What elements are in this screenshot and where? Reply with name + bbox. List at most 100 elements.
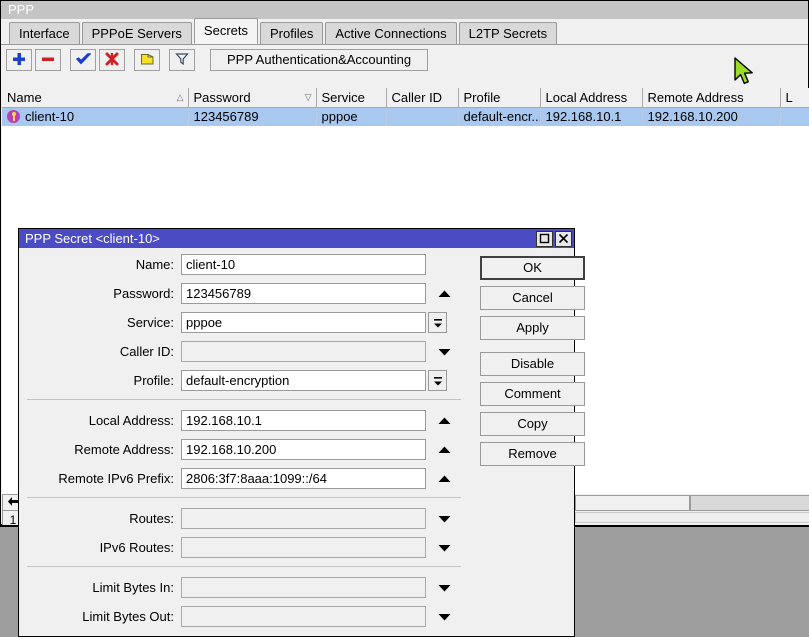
column-header-label: Profile [464, 90, 501, 105]
cell-remote-address: 192.168.10.200 [642, 107, 780, 126]
funnel-icon [175, 52, 189, 69]
label-name: Name: [19, 257, 181, 272]
input-limit-bytes-in [181, 577, 426, 598]
cell-text: client-10 [25, 109, 74, 124]
label-service: Service: [19, 315, 181, 330]
chevron-up-icon[interactable] [432, 439, 456, 460]
column-header-label: Local Address [546, 90, 628, 105]
tab-profiles[interactable]: Profiles [260, 22, 323, 44]
tab-active-connections[interactable]: Active Connections [325, 22, 456, 44]
dialog-form: Name:client-10Password:123456789Service:… [19, 254, 469, 635]
cell-caller-id [386, 107, 458, 126]
input-local-address[interactable]: 192.168.10.1 [181, 410, 426, 431]
dialog-title: PPP Secret <client-10> [25, 229, 536, 248]
chevron-down-icon[interactable] [432, 537, 456, 558]
label-remote-ipv6-prefix: Remote IPv6 Prefix: [19, 471, 181, 486]
form-row-profile: Profile:default-encryption [19, 370, 469, 391]
chevron-down-icon[interactable] [432, 508, 456, 529]
remove-button[interactable] [35, 49, 61, 71]
cross-icon [105, 52, 119, 69]
label-password: Password: [19, 286, 181, 301]
cell-name: client-10 [2, 107, 188, 126]
maximize-icon [539, 233, 550, 244]
secrets-table: Name△Password▽ Service Caller ID Profile Loc… [2, 88, 809, 126]
chevron-down-icon[interactable] [432, 606, 456, 627]
form-row-service: Service:pppoe [19, 312, 469, 333]
disable-button[interactable] [99, 49, 125, 71]
status-panel-left [575, 495, 690, 511]
chevron-down-icon[interactable] [432, 341, 456, 362]
label-ipv6-routes: IPv6 Routes: [19, 540, 181, 555]
horizontal-scrollbar[interactable] [575, 512, 809, 523]
filter-button[interactable] [169, 49, 195, 71]
ok-button[interactable]: OK [480, 256, 585, 280]
column-header-remote-address[interactable]: Remote Address [642, 88, 780, 107]
cell-profile: default-encr... [458, 107, 540, 126]
ppp-secret-dialog: PPP Secret <client-10> Name:client-10Pas… [18, 228, 575, 637]
cell-password: 123456789 [188, 107, 316, 126]
chevron-up-icon[interactable] [432, 410, 456, 431]
label-profile: Profile: [19, 373, 181, 388]
chevron-up-icon[interactable] [432, 468, 456, 489]
column-header-service[interactable]: Service [316, 88, 386, 107]
remove-button[interactable]: Remove [480, 442, 585, 466]
chevron-up-icon[interactable] [432, 283, 456, 304]
toolbar: PPP Authentication&Accounting [1, 45, 808, 75]
add-button[interactable] [6, 49, 32, 71]
tab-pppoe-servers[interactable]: PPPoE Servers [82, 22, 192, 44]
column-header-caller-id[interactable]: Caller ID [386, 88, 458, 107]
label-routes: Routes: [19, 511, 181, 526]
form-row-limit-bytes-in: Limit Bytes In: [19, 577, 469, 598]
input-remote-address[interactable]: 192.168.10.200 [181, 439, 426, 460]
column-header-l[interactable]: L [780, 88, 809, 107]
chevron-down-icon[interactable] [432, 577, 456, 598]
dropdown-button[interactable] [428, 312, 447, 333]
column-header-label: Service [322, 90, 365, 105]
tab-secrets[interactable]: Secrets [194, 18, 258, 44]
check-icon [76, 52, 91, 69]
input-remote-ipv6-prefix[interactable]: 2806:3f7:8aaa:1099::/64 [181, 468, 426, 489]
input-service[interactable]: pppoe [181, 312, 426, 333]
column-header-label: Password [194, 90, 251, 105]
disable-button[interactable]: Disable [480, 352, 585, 376]
tab-strip: InterfacePPPoE ServersSecretsProfilesAct… [1, 19, 808, 45]
dialog-titlebar[interactable]: PPP Secret <client-10> [19, 229, 574, 248]
label-local-address: Local Address: [19, 413, 181, 428]
column-header-label: Caller ID [392, 90, 443, 105]
comment-button[interactable] [134, 49, 160, 71]
tab-interface[interactable]: Interface [9, 22, 80, 44]
cancel-button[interactable]: Cancel [480, 286, 585, 310]
input-password[interactable]: 123456789 [181, 283, 426, 304]
form-row-routes: Routes: [19, 508, 469, 529]
form-row-name: Name:client-10 [19, 254, 469, 275]
label-limit-bytes-out: Limit Bytes Out: [19, 609, 181, 624]
section-divider [27, 399, 461, 400]
enable-button[interactable] [70, 49, 96, 71]
column-header-name[interactable]: Name△ [2, 88, 188, 107]
minus-icon [41, 52, 55, 69]
column-header-local-address[interactable]: Local Address [540, 88, 642, 107]
copy-button[interactable]: Copy [480, 412, 585, 436]
close-icon [558, 233, 569, 244]
form-row-local-address: Local Address:192.168.10.1 [19, 410, 469, 431]
ppp-authentication-accounting-button[interactable]: PPP Authentication&Accounting [210, 49, 428, 71]
input-profile[interactable]: default-encryption [181, 370, 426, 391]
table-row[interactable]: client-10123456789pppoedefault-encr...19… [2, 107, 809, 126]
maximize-button[interactable] [536, 231, 553, 247]
input-name[interactable]: client-10 [181, 254, 426, 275]
cell-local-address: 192.168.10.1 [540, 107, 642, 126]
comment-button[interactable]: Comment [480, 382, 585, 406]
tab-l2tp-secrets[interactable]: L2TP Secrets [459, 22, 558, 44]
column-header-password[interactable]: Password▽ [188, 88, 316, 107]
form-row-remote-ipv6-prefix: Remote IPv6 Prefix:2806:3f7:8aaa:1099::/… [19, 468, 469, 489]
dropdown-button[interactable] [428, 370, 447, 391]
secret-key-icon [7, 110, 20, 123]
table-header-row: Name△Password▽ Service Caller ID Profile Loc… [2, 88, 809, 107]
label-caller-id: Caller ID: [19, 344, 181, 359]
dialog-button-column: OK Cancel Apply Disable Comment Copy Remove [480, 256, 588, 472]
form-row-caller-id: Caller ID: [19, 341, 469, 362]
apply-button[interactable]: Apply [480, 316, 585, 340]
column-header-profile[interactable]: Profile [458, 88, 540, 107]
close-button[interactable] [555, 231, 572, 247]
input-routes [181, 508, 426, 529]
